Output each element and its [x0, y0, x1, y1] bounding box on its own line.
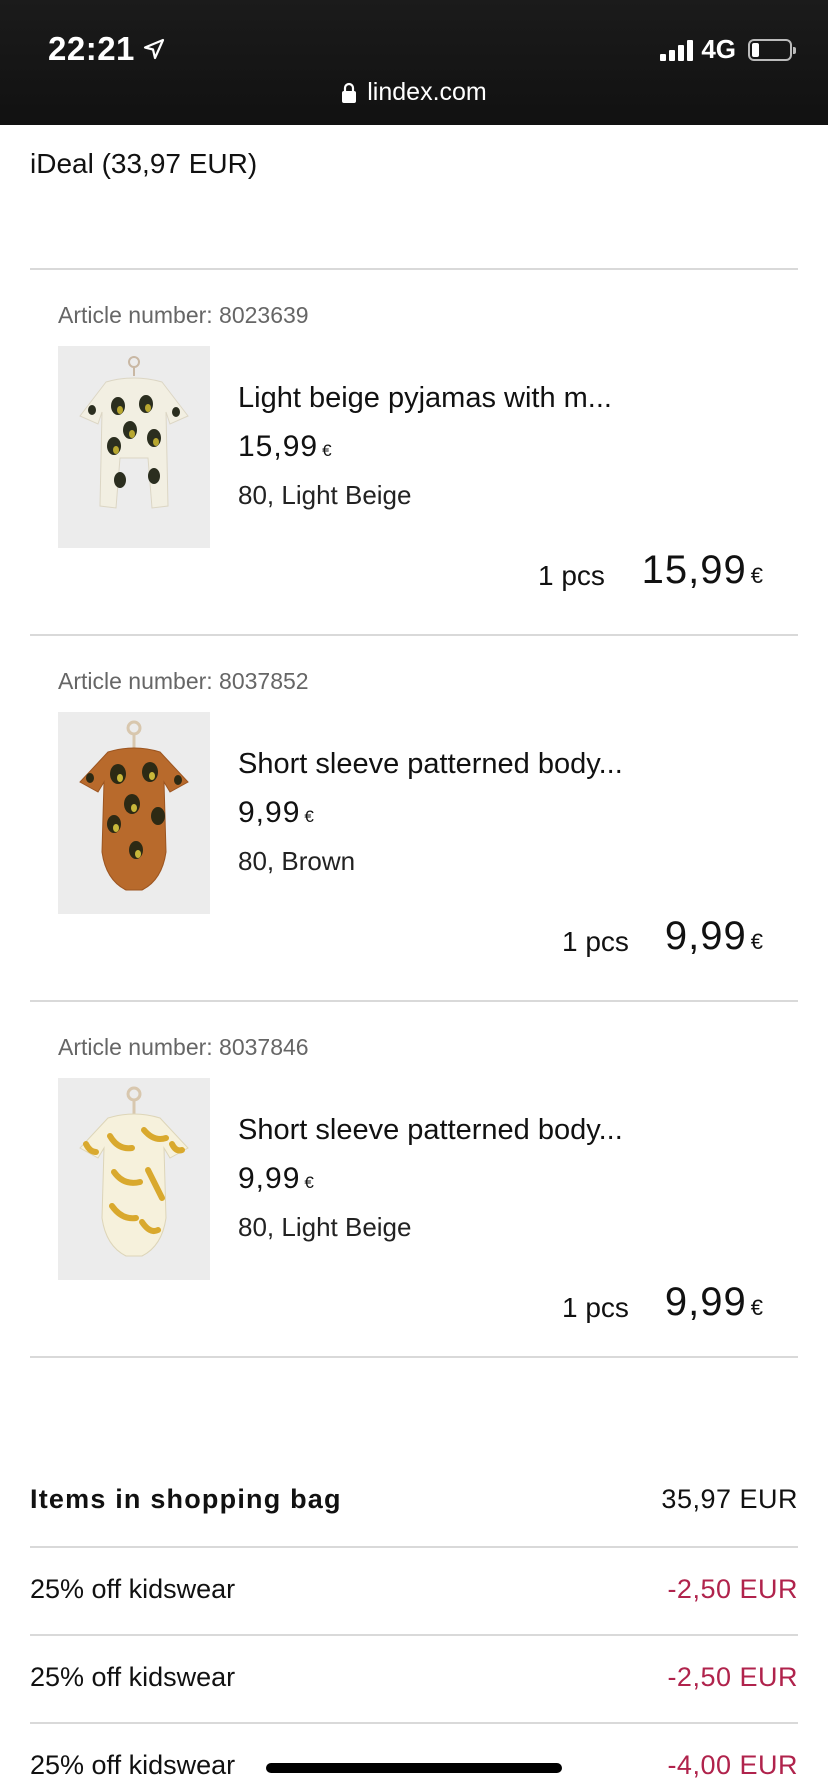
- product-variant: 80, Brown: [238, 846, 356, 876]
- discount-value: -2,50 EUR: [667, 1574, 798, 1604]
- location-arrow-icon: [143, 38, 165, 60]
- url-text: lindex.com: [367, 78, 487, 106]
- banana-print-body-image[interactable]: [58, 1078, 210, 1280]
- article-number: Article number: 8037852: [58, 668, 309, 694]
- battery-level: [752, 42, 760, 57]
- discount-value: -2,50 EUR: [667, 1662, 798, 1692]
- discount-label: 25% off kidswear: [30, 1750, 236, 1780]
- product-unit-price: 9,99 €: [238, 1162, 315, 1196]
- items-in-bag-label: Items in shopping bag: [30, 1484, 342, 1514]
- article-number: Article number: 8023639: [58, 302, 309, 328]
- unit-price-value: 15,99: [238, 430, 319, 463]
- currency-symbol: €: [750, 1295, 764, 1320]
- status-time: 22:21: [48, 30, 165, 68]
- discount-row: 25% off kidswear -2,50 EUR: [30, 1574, 798, 1605]
- divider: [30, 1634, 798, 1636]
- payment-method-label: iDeal (33,97 EUR): [30, 148, 258, 179]
- network-label: 4G: [701, 34, 736, 64]
- unit-price-value: 9,99: [238, 1162, 301, 1195]
- product-variant: 80, Light Beige: [238, 480, 412, 510]
- product-variant: 80, Light Beige: [238, 1212, 412, 1242]
- order-item: Article number: 8023639 Light beige pyja…: [0, 270, 828, 636]
- url-bar[interactable]: lindex.com: [0, 78, 828, 107]
- beige-gorilla-pyjamas-image[interactable]: [58, 346, 210, 548]
- divider: [30, 1722, 798, 1724]
- discount-label: 25% off kidswear: [30, 1574, 236, 1604]
- home-indicator[interactable]: [266, 1763, 562, 1773]
- divider: [30, 1546, 798, 1548]
- currency-symbol: €: [750, 929, 764, 954]
- currency-symbol: €: [750, 563, 764, 588]
- item-total-price: 15,99 €: [642, 548, 764, 593]
- product-unit-price: 9,99 €: [238, 796, 315, 830]
- product-unit-price: 15,99 €: [238, 430, 333, 464]
- product-name[interactable]: Short sleeve patterned body...: [238, 1114, 623, 1147]
- item-quantity: 1 pcs: [562, 926, 629, 957]
- items-in-bag-row: Items in shopping bag 35,97 EUR: [30, 1484, 798, 1515]
- discount-value: -4,00 EUR: [667, 1750, 798, 1780]
- unit-price-value: 9,99: [238, 796, 301, 829]
- item-total-price: 9,99 €: [665, 914, 764, 959]
- divider: [30, 1356, 798, 1358]
- order-item: Article number: 8037852 Short sleeve pat…: [0, 636, 828, 1002]
- product-name[interactable]: Light beige pyjamas with m...: [238, 382, 612, 415]
- status-bar: 22:21 4G lindex.com: [0, 0, 828, 125]
- item-total-value: 9,99: [664, 914, 747, 958]
- currency-symbol: €: [304, 807, 315, 826]
- cellular-signal-icon: [660, 39, 694, 61]
- item-total-value: 9,99: [664, 1280, 747, 1324]
- items-in-bag-value: 35,97 EUR: [661, 1484, 798, 1514]
- currency-symbol: €: [322, 441, 333, 460]
- lock-icon: [341, 82, 357, 104]
- time-label: 22:21: [48, 30, 135, 67]
- currency-symbol: €: [304, 1173, 315, 1192]
- item-quantity: 1 pcs: [562, 1292, 629, 1323]
- discount-label: 25% off kidswear: [30, 1662, 236, 1692]
- battery-icon: [748, 38, 796, 61]
- article-number: Article number: 8037846: [58, 1034, 309, 1060]
- discount-row: 25% off kidswear -2,50 EUR: [30, 1662, 798, 1693]
- brown-gorilla-body-image[interactable]: [58, 712, 210, 914]
- item-total-value: 15,99: [641, 548, 747, 592]
- order-item: Article number: 8037846 Short sleeve pat…: [0, 1002, 828, 1368]
- checkout-page: 22:21 4G lindex.com iDeal (33,97 EUR) Ar…: [0, 0, 828, 1792]
- item-quantity: 1 pcs: [538, 560, 605, 591]
- status-indicators: 4G: [660, 34, 796, 65]
- product-name[interactable]: Short sleeve patterned body...: [238, 748, 623, 781]
- item-total-price: 9,99 €: [665, 1280, 764, 1325]
